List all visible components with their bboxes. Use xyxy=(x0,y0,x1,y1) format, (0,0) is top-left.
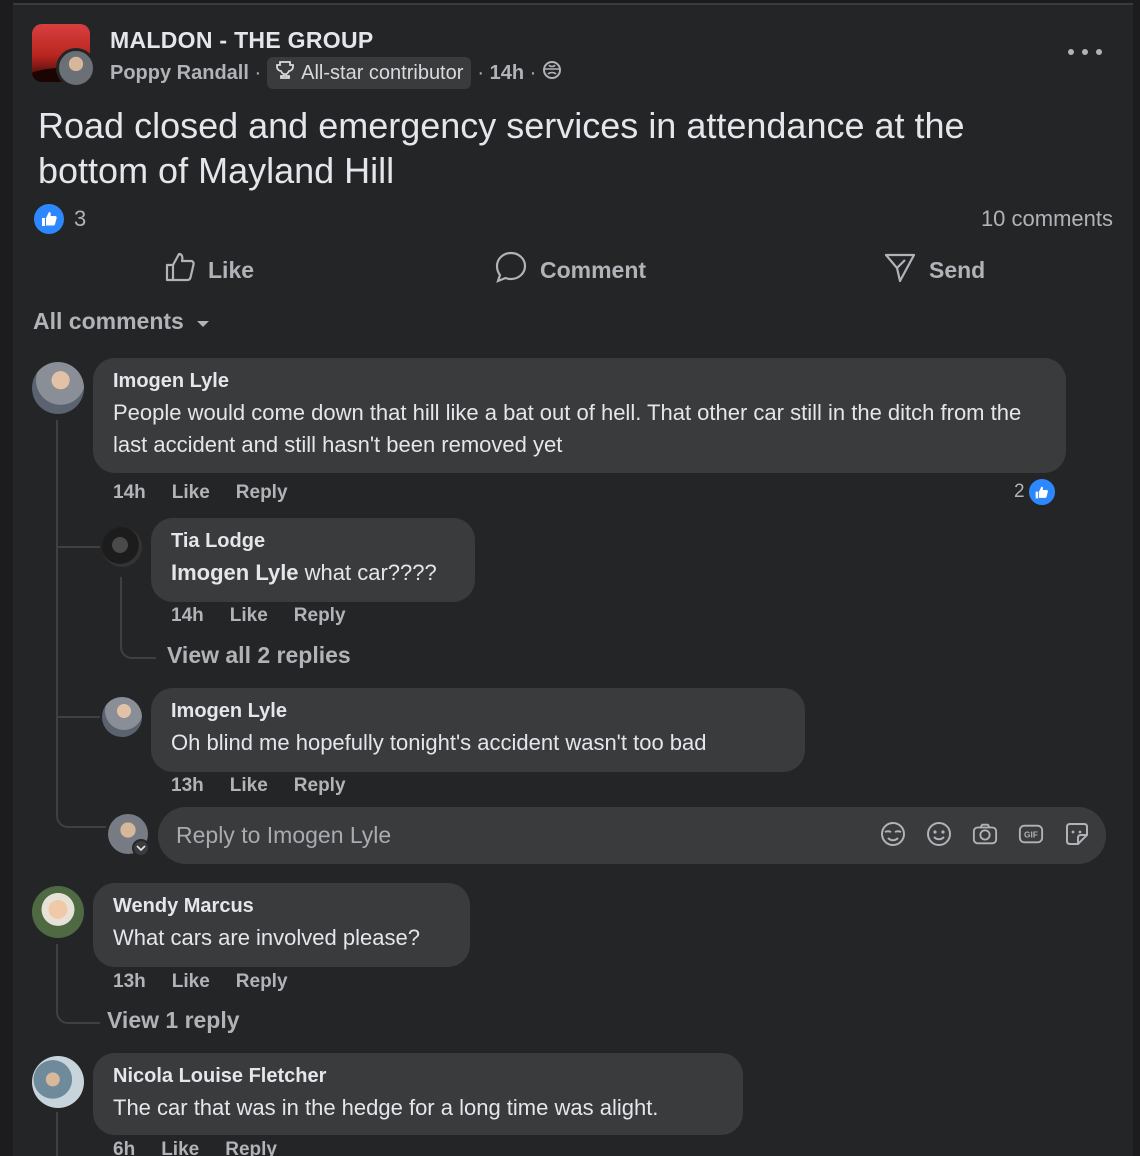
globe-icon xyxy=(542,60,562,86)
reply-reply-button[interactable]: Reply xyxy=(294,605,346,627)
comment-text: People would come down that hill like a … xyxy=(113,400,1022,457)
comment-time[interactable]: 6h xyxy=(113,1139,135,1156)
avatar[interactable] xyxy=(102,697,142,737)
comment-author[interactable]: Wendy Marcus xyxy=(113,895,450,918)
avatar[interactable] xyxy=(32,362,84,414)
comment-reply-button[interactable]: Reply xyxy=(236,971,288,993)
comments-filter[interactable]: All comments xyxy=(33,308,210,335)
post-reactions[interactable]: 3 xyxy=(34,204,86,234)
poster-name[interactable]: Poppy Randall xyxy=(110,62,249,85)
thumbs-up-icon xyxy=(34,204,64,234)
send-button[interactable]: Send xyxy=(883,250,985,290)
thumbs-up-icon xyxy=(1026,477,1057,507)
comment-like-button[interactable]: Like xyxy=(172,971,210,993)
thread-branch xyxy=(56,716,100,718)
comment-button[interactable]: Comment xyxy=(494,250,646,290)
reply-author[interactable]: Tia Lodge xyxy=(171,530,455,553)
comment-reply-button[interactable]: Reply xyxy=(236,482,288,504)
comment-label: Comment xyxy=(540,256,647,283)
thread-line xyxy=(56,420,58,805)
thread-elbow xyxy=(56,800,106,828)
comment-text: What cars are involved please? xyxy=(113,925,420,950)
contributor-badge[interactable]: All-star contributor xyxy=(267,57,472,89)
send-icon xyxy=(883,250,917,290)
reply-meta: 13h Like Reply xyxy=(171,775,346,797)
more-dots-icon[interactable] xyxy=(1068,40,1102,64)
chevron-down-icon xyxy=(196,308,210,335)
comment-reaction-count: 2 xyxy=(1014,481,1025,502)
comment-author[interactable]: Nicola Louise Fletcher xyxy=(113,1065,723,1088)
reply-author[interactable]: Imogen Lyle xyxy=(171,700,785,723)
comments-count[interactable]: 10 comments xyxy=(981,206,1113,232)
reply-meta: 14h Like Reply xyxy=(171,605,346,627)
post-time[interactable]: 14h xyxy=(490,62,524,85)
view-replies-link[interactable]: View all 2 replies xyxy=(167,642,351,669)
badge-label: All-star contributor xyxy=(301,61,464,84)
reply-input[interactable] xyxy=(176,822,856,849)
reply-reply-button[interactable]: Reply xyxy=(294,775,346,797)
post-meta: Poppy Randall · All-star contributor · 1… xyxy=(110,57,562,89)
comment-reply-button[interactable]: Reply xyxy=(225,1139,277,1156)
comment-time[interactable]: 14h xyxy=(113,482,146,504)
avatar[interactable] xyxy=(32,886,84,938)
reply-bubble: Tia Lodge Imogen Lyle what car???? xyxy=(151,518,475,602)
reply-text: Oh blind me hopefully tonight's accident… xyxy=(171,730,707,755)
camera-icon[interactable] xyxy=(972,821,998,847)
emoji-icon[interactable] xyxy=(926,821,952,847)
comment-time[interactable]: 13h xyxy=(113,971,146,993)
comment-reactions[interactable]: 2 xyxy=(1014,477,1057,507)
reaction-count: 3 xyxy=(74,206,87,231)
comment-meta: 13h Like Reply xyxy=(113,971,288,993)
comment-meta: 6h Like Reply xyxy=(113,1139,277,1156)
svg-text:GIF: GIF xyxy=(1024,830,1038,840)
comment-author[interactable]: Imogen Lyle xyxy=(113,370,1046,393)
thumbs-up-icon xyxy=(164,251,196,289)
gif-icon[interactable]: GIF xyxy=(1018,821,1044,847)
comment-icon xyxy=(494,250,528,290)
group-name[interactable]: MALDON - THE GROUP xyxy=(110,27,374,54)
filter-label: All comments xyxy=(33,308,184,334)
like-button[interactable]: Like xyxy=(164,250,254,290)
thread-branch xyxy=(56,546,100,548)
reply-time[interactable]: 13h xyxy=(171,775,204,797)
comment-like-button[interactable]: Like xyxy=(172,482,210,504)
sticker-icon[interactable] xyxy=(1064,821,1090,847)
send-label: Send xyxy=(929,256,986,283)
post-text: Road closed and emergency services in at… xyxy=(38,105,965,191)
comment-text: The car that was in the hedge for a long… xyxy=(113,1095,659,1120)
reply-like-button[interactable]: Like xyxy=(230,605,268,627)
comment-bubble: Wendy Marcus What cars are involved plea… xyxy=(93,883,470,967)
reply-elbow xyxy=(120,577,156,659)
reply-mention[interactable]: Imogen Lyle xyxy=(171,560,299,585)
view-replies-link[interactable]: View 1 reply xyxy=(107,1007,240,1034)
poster-avatar[interactable] xyxy=(56,48,96,88)
avatar-emoji-icon[interactable] xyxy=(880,821,906,847)
chevron-down-icon[interactable] xyxy=(132,839,150,857)
comment-like-button[interactable]: Like xyxy=(161,1139,199,1156)
reply-like-button[interactable]: Like xyxy=(230,775,268,797)
thread-line xyxy=(56,1112,58,1156)
comment-bubble: Imogen Lyle People would come down that … xyxy=(93,358,1066,473)
reply-bubble: Imogen Lyle Oh blind me hopefully tonigh… xyxy=(151,688,805,772)
trophy-icon xyxy=(275,60,295,86)
reply-text: what car???? xyxy=(298,560,437,585)
like-label: Like xyxy=(208,256,255,283)
reply-composer: GIF xyxy=(158,807,1106,864)
avatar[interactable] xyxy=(102,527,142,567)
avatar[interactable] xyxy=(32,1056,84,1108)
comment-bubble: Nicola Louise Fletcher The car that was … xyxy=(93,1053,743,1135)
thread-elbow xyxy=(56,944,100,1024)
comment-meta: 14h Like Reply xyxy=(113,482,288,504)
reply-time[interactable]: 14h xyxy=(171,605,204,627)
